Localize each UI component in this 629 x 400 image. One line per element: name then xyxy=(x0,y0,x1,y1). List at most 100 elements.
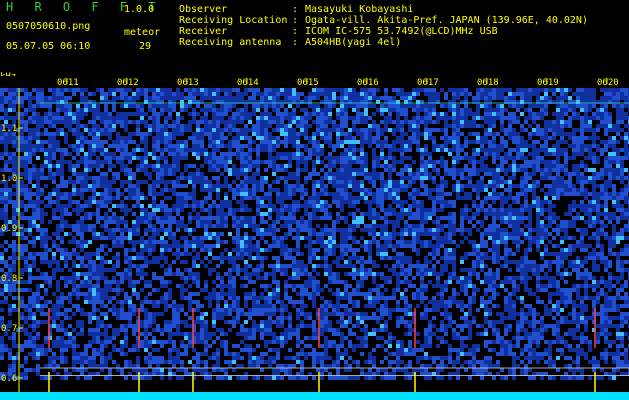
noise-cell xyxy=(564,212,568,216)
noise-cell xyxy=(260,232,264,236)
noise-cell xyxy=(32,144,36,148)
noise-cell xyxy=(8,108,12,112)
noise-cell xyxy=(284,112,288,116)
noise-cell xyxy=(116,120,120,124)
noise-cell xyxy=(532,152,536,156)
noise-cell xyxy=(224,180,228,184)
noise-cell xyxy=(560,148,564,152)
noise-cell xyxy=(212,168,216,172)
noise-cell xyxy=(220,144,224,148)
noise-cell xyxy=(384,140,388,144)
noise-cell xyxy=(448,204,452,208)
noise-cell xyxy=(80,192,84,196)
noise-cell xyxy=(260,100,264,104)
noise-cell xyxy=(392,140,396,144)
noise-cell xyxy=(252,180,256,184)
noise-cell xyxy=(600,124,604,128)
noise-cell xyxy=(604,88,608,92)
noise-cell xyxy=(600,196,604,200)
noise-cell xyxy=(44,248,48,252)
noise-cell xyxy=(436,236,440,240)
noise-cell xyxy=(540,212,544,216)
noise-cell xyxy=(248,120,252,124)
noise-cell xyxy=(144,256,148,260)
noise-cell xyxy=(56,92,60,96)
noise-cell xyxy=(8,188,12,192)
noise-cell xyxy=(484,148,488,152)
noise-cell xyxy=(184,204,188,208)
noise-cell xyxy=(404,144,408,148)
noise-cell xyxy=(292,172,296,176)
noise-cell xyxy=(160,92,164,96)
noise-cell xyxy=(620,248,624,252)
noise-cell xyxy=(156,104,160,108)
noise-cell xyxy=(404,100,408,104)
noise-cell xyxy=(196,216,200,220)
noise-cell xyxy=(260,196,264,200)
noise-cell xyxy=(552,236,556,240)
noise-cell xyxy=(524,168,528,172)
noise-cell xyxy=(400,124,404,128)
noise-cell xyxy=(48,112,52,116)
noise-cell xyxy=(624,132,628,136)
noise-cell xyxy=(268,144,272,148)
noise-cell xyxy=(96,112,100,116)
noise-cell xyxy=(396,124,400,128)
noise-cell xyxy=(336,88,340,92)
noise-cell xyxy=(192,100,196,104)
noise-cell xyxy=(552,88,556,92)
noise-cell xyxy=(8,136,12,140)
noise-cell xyxy=(392,256,396,260)
noise-cell xyxy=(84,188,88,192)
noise-cell xyxy=(72,128,76,132)
noise-cell xyxy=(524,92,528,96)
noise-cell xyxy=(24,204,28,208)
noise-cell xyxy=(124,140,128,144)
noise-cell xyxy=(296,124,300,128)
noise-cell xyxy=(92,212,96,216)
noise-cell xyxy=(152,88,156,92)
noise-cell xyxy=(48,88,52,92)
noise-cell xyxy=(128,136,132,140)
noise-cell xyxy=(224,248,228,252)
noise-cell xyxy=(436,244,440,248)
noise-cell xyxy=(464,88,468,92)
noise-cell xyxy=(504,96,508,100)
noise-cell xyxy=(284,236,288,240)
noise-cell xyxy=(220,172,224,176)
noise-cell xyxy=(600,244,604,248)
noise-cell xyxy=(144,124,148,128)
noise-cell xyxy=(268,196,272,200)
noise-cell xyxy=(572,244,576,248)
noise-cell xyxy=(304,96,308,100)
noise-cell xyxy=(288,228,292,232)
noise-cell xyxy=(308,196,312,200)
noise-cell xyxy=(24,244,28,248)
noise-cell xyxy=(60,240,64,244)
noise-cell xyxy=(476,96,480,100)
noise-cell xyxy=(480,200,484,204)
noise-cell xyxy=(448,168,452,172)
noise-cell xyxy=(568,260,572,264)
noise-cell xyxy=(400,104,404,108)
noise-cell xyxy=(156,240,160,244)
noise-cell xyxy=(492,120,496,124)
noise-cell xyxy=(208,220,212,224)
noise-cell xyxy=(428,244,432,248)
noise-cell xyxy=(4,192,8,196)
noise-cell xyxy=(384,220,388,224)
noise-cell xyxy=(564,88,568,92)
noise-cell xyxy=(208,168,212,172)
noise-cell xyxy=(556,256,560,260)
noise-cell xyxy=(604,184,608,188)
noise-cell xyxy=(488,204,492,208)
noise-cell xyxy=(232,136,236,140)
noise-cell xyxy=(80,124,84,128)
noise-cell xyxy=(268,136,272,140)
noise-cell xyxy=(164,104,168,108)
noise-cell xyxy=(408,172,412,176)
noise-cell xyxy=(488,132,492,136)
noise-cell xyxy=(368,188,372,192)
noise-cell xyxy=(404,120,408,124)
noise-cell xyxy=(4,108,8,112)
